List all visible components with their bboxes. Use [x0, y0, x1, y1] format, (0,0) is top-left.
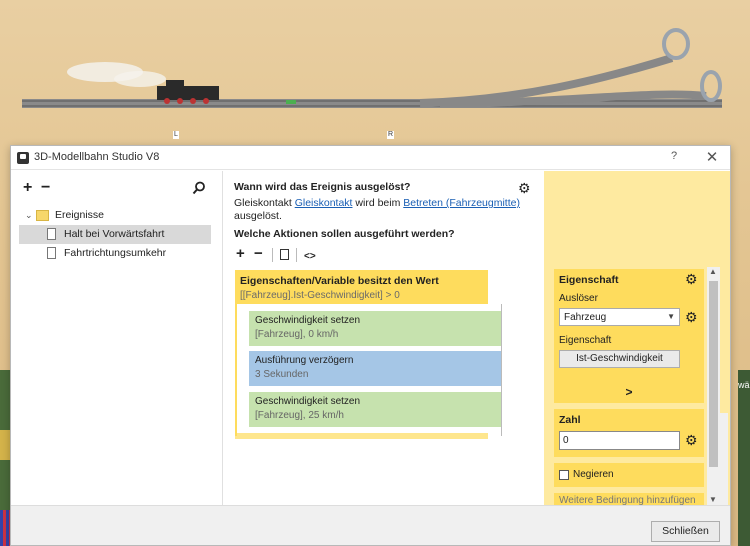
condition-block[interactable]: Eigenschaften/Variable besitzt den Wert … [235, 270, 488, 304]
condition-block-footer [235, 433, 488, 439]
event-tree-pane: + − ⌄ Ereignisse Halt bei Vorwärtsfahrt … [11, 171, 223, 505]
event-tree: ⌄ Ereignisse Halt bei Vorwärtsfahrt Fahr… [19, 206, 211, 263]
toolbar-separator [296, 248, 297, 262]
app-icon [17, 152, 29, 164]
track-loop [700, 70, 722, 102]
trigger-heading: Wann wird das Ereignis ausgelöst? [234, 181, 411, 193]
trigger-text-suffix: ausgelöst. [234, 210, 282, 222]
negate-block: Negieren [554, 463, 704, 487]
trigger-description: Gleiskontakt Gleiskontakt wird beim Betr… [234, 197, 524, 223]
trigger-link-gleiskontakt[interactable]: Gleiskontakt [295, 197, 353, 209]
compare-operator-button[interactable]: > [554, 381, 704, 403]
property-heading: Eigenschaft [559, 274, 619, 286]
tree-item-fahrtrichtungsumkehr[interactable]: Fahrtrichtungsumkehr [19, 244, 211, 263]
negate-label: Negieren [573, 469, 614, 480]
folder-icon [36, 210, 49, 221]
schliessen-button[interactable]: Schließen [651, 521, 720, 542]
add-event-button[interactable]: + [23, 180, 32, 196]
background-panel-right: wäh [738, 370, 750, 546]
condition-title: Eigenschaften/Variable besitzt den Wert [240, 275, 439, 287]
tree-item-label: Fahrtrichtungsumkehr [64, 247, 167, 259]
trigger-select[interactable]: Fahrzeug ▼ [559, 308, 680, 326]
dialog-footer [11, 505, 730, 545]
document-icon [47, 247, 56, 259]
action-title: Ausführung verzögern [255, 355, 354, 366]
search-icon[interactable] [192, 181, 206, 195]
background-panel-left [0, 370, 10, 546]
toolbar-separator [272, 248, 273, 262]
close-window-button[interactable]: ✕ [704, 148, 720, 166]
action-list-border [501, 304, 502, 436]
chevron-down-icon[interactable]: ⌄ [25, 206, 33, 225]
trigger-label: Auslöser [559, 293, 598, 304]
trigger-text-mid: wird beim [355, 197, 401, 209]
action-subtitle: 3 Sekunden [255, 369, 309, 380]
add-action-button[interactable]: + [236, 246, 245, 261]
trigger-link-betreten[interactable]: Betreten (Fahrzeugmitte) [403, 197, 520, 209]
condition-subtitle: [[Fahrzeug].Ist-Geschwindigkeit] > 0 [240, 290, 400, 301]
trigger-settings-gear-icon[interactable]: ⚙ [518, 181, 531, 195]
number-block: Zahl 0 ⚙ [554, 409, 704, 457]
chevron-down-icon: ▼ [667, 312, 675, 321]
number-gear-icon[interactable]: ⚙ [685, 433, 698, 447]
remove-event-button[interactable]: − [41, 180, 50, 196]
scroll-up-icon[interactable]: ▲ [709, 267, 717, 276]
negate-checkbox[interactable] [559, 470, 569, 480]
action-subtitle: [Fahrzeug], 25 km/h [255, 410, 344, 421]
code-view-button[interactable]: <> [304, 250, 316, 264]
tree-item-label: Halt bei Vorwärtsfahrt [64, 228, 165, 240]
property-gear-icon[interactable]: ⚙ [685, 272, 698, 286]
tree-item-label: Ereignisse [55, 209, 105, 221]
copy-icon[interactable] [280, 249, 289, 260]
scroll-down-icon[interactable]: ▼ [709, 495, 717, 504]
marker-l: L [173, 131, 179, 139]
title-bar[interactable]: 3D-Modellbahn Studio V8 ? ✕ [11, 146, 730, 170]
property-select-button[interactable]: Ist-Geschwindigkeit [559, 350, 680, 368]
action-title: Geschwindigkeit setzen [255, 396, 361, 407]
action-title: Geschwindigkeit setzen [255, 315, 361, 326]
tree-item-halt-bei-vorwaertsfahrt[interactable]: Halt bei Vorwärtsfahrt [19, 225, 211, 244]
remove-action-button[interactable]: − [254, 246, 263, 261]
condition-rail [235, 304, 247, 436]
window-title: 3D-Modellbahn Studio V8 [34, 151, 160, 163]
property-label: Eigenschaft [559, 335, 612, 346]
track-loop [662, 28, 690, 60]
background-text: wäh [738, 380, 750, 390]
marker-r: R [387, 131, 395, 139]
add-condition-block[interactable]: Weitere Bedingung hinzufügen [554, 493, 704, 505]
action-block-delay[interactable]: Ausführung verzögern 3 Sekunden [249, 351, 502, 386]
action-subtitle: [Fahrzeug], 0 km/h [255, 329, 339, 340]
properties-pane: Eigenschaft ⚙ Auslöser Fahrzeug ▼ ⚙ Eige… [544, 171, 730, 513]
tree-item-ereignisse[interactable]: ⌄ Ereignisse [19, 206, 211, 225]
event-dialog: 3D-Modellbahn Studio V8 ? ✕ + − ⌄ Ereign… [10, 145, 731, 546]
action-block-set-speed[interactable]: Geschwindigkeit setzen [Fahrzeug], 25 km… [249, 392, 502, 427]
actions-heading: Welche Aktionen sollen ausgeführt werden… [234, 228, 455, 240]
event-editor-pane: Wann wird das Ereignis ausgelöst? ⚙ Glei… [224, 171, 544, 505]
properties-vertical-scrollbar[interactable]: ▲ ▼ [707, 267, 720, 507]
number-heading: Zahl [559, 414, 581, 426]
trigger-text-prefix: Gleiskontakt [234, 197, 292, 209]
trigger-select-value: Fahrzeug [564, 312, 607, 323]
add-condition-label: Weitere Bedingung hinzufügen [559, 495, 696, 505]
number-input[interactable]: 0 [559, 431, 680, 450]
trigger-gear-icon[interactable]: ⚙ [685, 310, 698, 324]
track-contact[interactable] [286, 100, 296, 104]
scrollbar-thumb[interactable] [709, 281, 718, 467]
action-block-set-speed[interactable]: Geschwindigkeit setzen [Fahrzeug], 0 km/… [249, 311, 502, 346]
document-icon [47, 228, 56, 240]
help-button[interactable]: ? [667, 150, 681, 166]
